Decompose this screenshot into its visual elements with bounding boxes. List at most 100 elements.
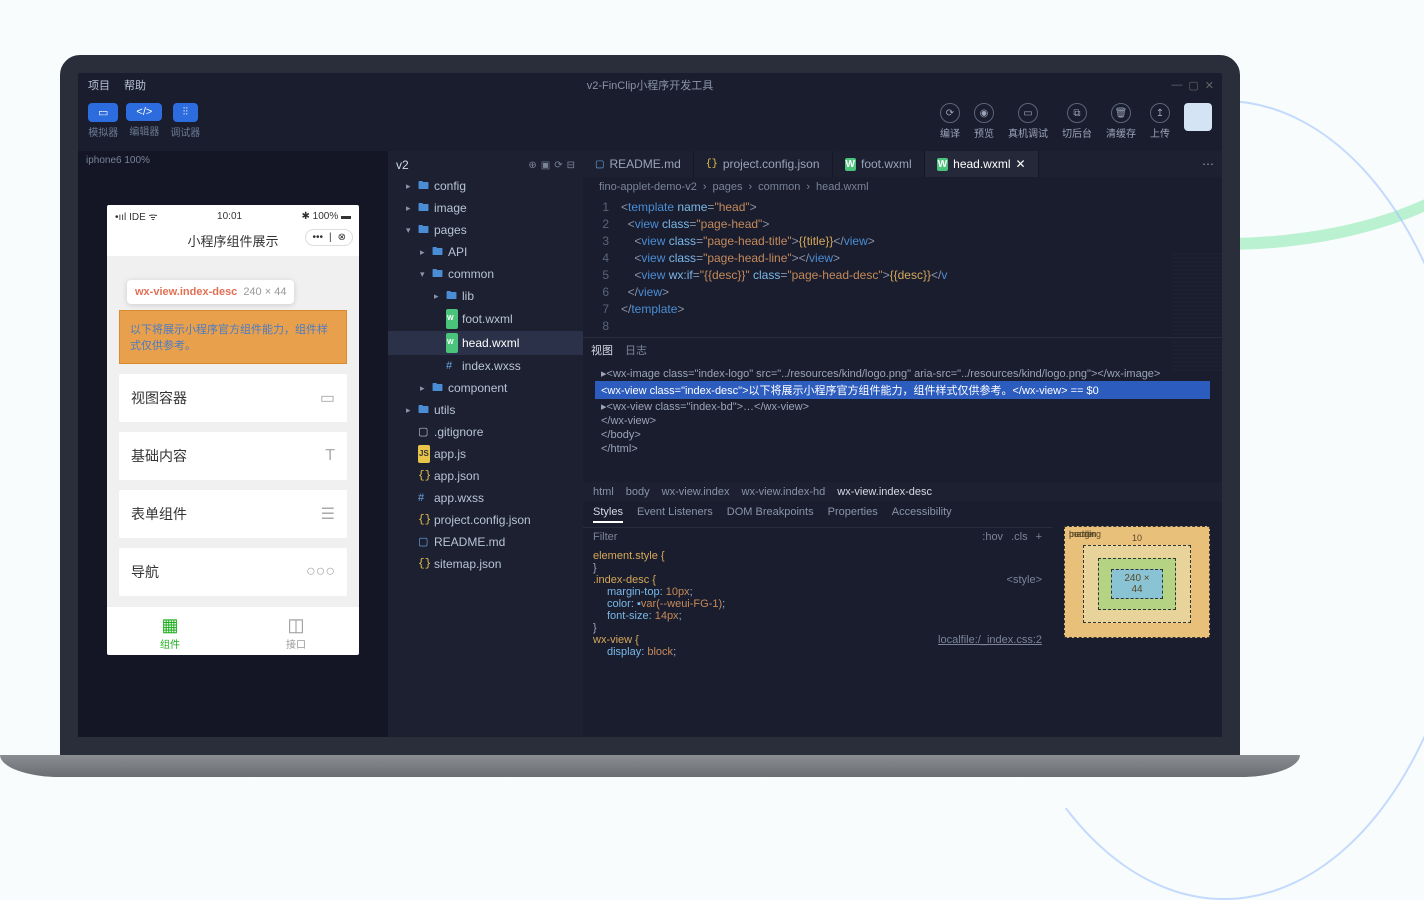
action-upload[interactable]: ↥上传 [1150, 103, 1170, 140]
file-gitignore[interactable]: ▢.gitignore [388, 421, 583, 443]
laptop-frame: 项目 帮助 v2-FinClip小程序开发工具 — ▢ ✕ ▭模拟器 </>编辑… [60, 55, 1240, 777]
list-item[interactable]: 基础内容T [119, 432, 347, 480]
tab-foot[interactable]: Wfoot.wxml [833, 151, 925, 177]
tab-head[interactable]: Whead.wxml✕ [925, 151, 1039, 177]
action-preview[interactable]: ◉预览 [974, 103, 994, 140]
dom-inspector[interactable]: ▸<wx-image class="index-logo" src="../re… [583, 362, 1222, 482]
clear-cache-icon: 🗑 [1111, 103, 1131, 123]
list-item[interactable]: 视图容器▭ [119, 374, 347, 422]
action-remote-debug[interactable]: ▭真机调试 [1008, 103, 1048, 140]
styles-filter[interactable]: Filter [593, 531, 617, 543]
remote-debug-icon: ▭ [1018, 103, 1038, 123]
tabs-overflow[interactable]: ⋯ [1194, 157, 1222, 171]
file-app-json[interactable]: {}app.json [388, 465, 583, 487]
file-explorer: v2 ⊕ ▣ ⟳ ⊟ ▸🖿config ▸🖿image ▾🖿pages ▸🖿AP… [388, 151, 583, 737]
new-folder-icon[interactable]: ▣ [541, 160, 550, 171]
devtab-view[interactable]: 视图 [591, 342, 613, 358]
folder-component[interactable]: ▸🖿component [388, 377, 583, 399]
close-icon[interactable]: ✕ [1205, 79, 1214, 92]
phone-tabbar: ▦组件 ◫接口 [107, 606, 359, 655]
new-file-icon[interactable]: ⊕ [528, 160, 536, 171]
file-readme[interactable]: ▢README.md [388, 531, 583, 553]
menu-project[interactable]: 项目 [88, 77, 110, 93]
minimap[interactable] [1172, 253, 1222, 373]
file-app-js[interactable]: JSapp.js [388, 443, 583, 465]
simulator-status: iphone6 100% [78, 151, 388, 170]
tab-component[interactable]: ▦组件 [107, 607, 233, 655]
window-title: v2-FinClip小程序开发工具 [587, 77, 714, 93]
tab-accessibility[interactable]: Accessibility [892, 506, 952, 523]
tab-dom-breakpoints[interactable]: DOM Breakpoints [727, 506, 814, 523]
laptop-base [0, 755, 1300, 777]
list-item[interactable]: 表单组件☰ [119, 490, 347, 538]
tab-styles[interactable]: Styles [593, 506, 623, 523]
wxml-icon: W [446, 333, 458, 353]
file-app-wxss[interactable]: #app.wxss [388, 487, 583, 509]
folder-icon: 🖿 [432, 243, 444, 261]
menu-help[interactable]: 帮助 [124, 77, 146, 93]
carrier-label: •ııl IDE ᯤ [115, 209, 158, 223]
toolbar-editor[interactable]: </>编辑器 [126, 103, 162, 139]
phone-capsule[interactable]: •••|⊗ [305, 229, 353, 246]
phone-statusbar: •ııl IDE ᯤ 10:01 ✱ 100% ▬ [107, 205, 359, 225]
tab-api[interactable]: ◫接口 [233, 607, 359, 655]
folder-common[interactable]: ▾🖿common [388, 263, 583, 285]
file-icon: ▢ [418, 423, 430, 441]
folder-utils[interactable]: ▸🖿utils [388, 399, 583, 421]
devtab-log[interactable]: 日志 [625, 342, 647, 358]
folder-icon: 🖿 [418, 199, 430, 217]
folder-api[interactable]: ▸🖿API [388, 241, 583, 263]
file-head-wxml[interactable]: Whead.wxml [388, 331, 583, 355]
json-icon: {} [418, 511, 430, 529]
tab-event-listeners[interactable]: Event Listeners [637, 506, 713, 523]
component-icon: ▦ [107, 615, 233, 636]
background-icon: ⧉ [1067, 103, 1087, 123]
file-index-wxss[interactable]: #index.wxss [388, 355, 583, 377]
inspected-element[interactable]: 以下将展示小程序官方组件能力，组件样式仅供参考。 [119, 310, 347, 364]
file-foot-wxml[interactable]: Wfoot.wxml [388, 307, 583, 331]
maximize-icon[interactable]: ▢ [1188, 79, 1198, 92]
hov-toggle[interactable]: :hov [982, 531, 1003, 543]
wxml-icon: W [937, 158, 948, 171]
styles-panel[interactable]: element.style { } .index-desc {<style> m… [583, 546, 1052, 662]
refresh-icon[interactable]: ⟳ [554, 160, 562, 171]
cls-toggle[interactable]: .cls [1011, 531, 1028, 543]
phone-header: 小程序组件展示 •••|⊗ [107, 225, 359, 256]
breadcrumb: fino-applet-demo-v2› pages› common› head… [583, 177, 1222, 197]
action-background[interactable]: ⧉切后台 [1062, 103, 1092, 140]
editor-tabs: ▢README.md {}project.config.json Wfoot.w… [583, 151, 1222, 177]
js-icon: JS [418, 445, 430, 463]
folder-image[interactable]: ▸🖿image [388, 197, 583, 219]
folder-pages[interactable]: ▾🖿pages [388, 219, 583, 241]
folder-icon: 🖿 [418, 401, 430, 419]
preview-icon: ◉ [974, 103, 994, 123]
file-sitemap[interactable]: {}sitemap.json [388, 553, 583, 575]
folder-config[interactable]: ▸🖿config [388, 175, 583, 197]
toolbar-debugger[interactable]: ⫶⫶调试器 [170, 103, 200, 139]
action-compile[interactable]: ⟳编译 [940, 103, 960, 140]
styles-tabs: Styles Event Listeners DOM Breakpoints P… [583, 502, 1052, 528]
upload-icon: ↥ [1150, 103, 1170, 123]
minimize-icon[interactable]: — [1171, 79, 1182, 92]
action-clear-cache[interactable]: 🗑清缓存 [1106, 103, 1136, 140]
folder-icon: 🖿 [418, 221, 430, 239]
close-icon: ⊗ [338, 232, 346, 243]
md-icon: ▢ [595, 159, 604, 170]
code-editor[interactable]: 1<template name="head"> 2 <view class="p… [583, 197, 1222, 337]
json-icon: {} [418, 467, 430, 485]
add-rule-icon[interactable]: + [1036, 531, 1042, 543]
file-project-config[interactable]: {}project.config.json [388, 509, 583, 531]
tab-properties[interactable]: Properties [828, 506, 878, 523]
selected-dom-node[interactable]: <wx-view class="index-desc">以下将展示小程序官方组件… [595, 381, 1210, 399]
avatar[interactable] [1184, 103, 1212, 131]
tab-project-config[interactable]: {}project.config.json [694, 151, 833, 177]
tab-readme[interactable]: ▢README.md [583, 151, 694, 177]
close-tab-icon[interactable]: ✕ [1016, 157, 1026, 171]
collapse-icon[interactable]: ⊟ [567, 160, 575, 171]
json-icon: {} [706, 159, 718, 170]
folder-lib[interactable]: ▸🖿lib [388, 285, 583, 307]
list-item[interactable]: 导航○○○ [119, 548, 347, 596]
wxml-icon: W [845, 158, 856, 171]
toolbar-simulator[interactable]: ▭模拟器 [88, 103, 118, 139]
more-icon: ••• [312, 232, 323, 243]
